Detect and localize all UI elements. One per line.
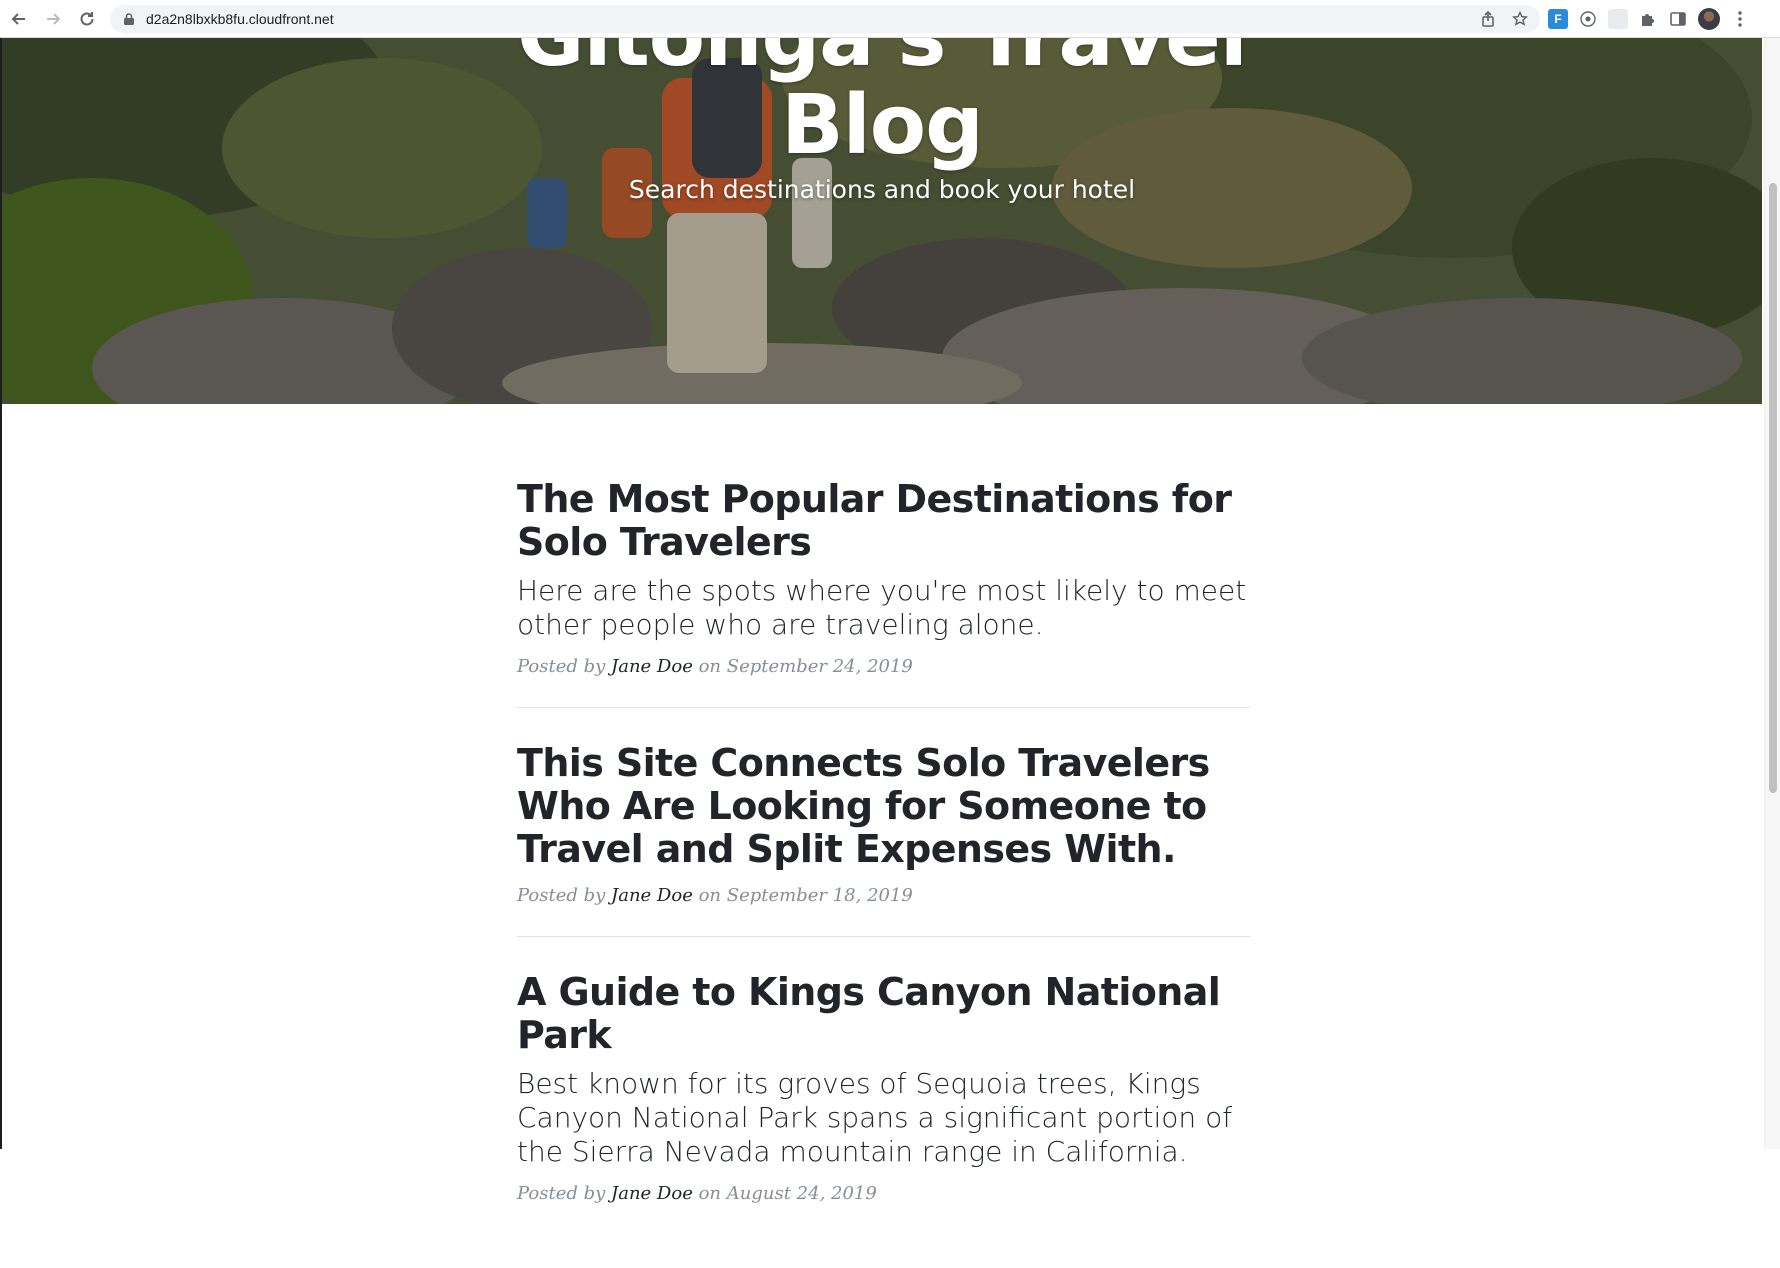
- post-subtitle[interactable]: Here are the spots where you're most lik…: [517, 574, 1250, 642]
- address-bar[interactable]: d2a2n8lbxkb8fu.cloudfront.net: [110, 5, 1540, 33]
- scrollbar-thumb[interactable]: [1769, 183, 1777, 793]
- share-icon[interactable]: [1478, 9, 1498, 29]
- post-preview: This Site Connects Solo Travelers Who Ar…: [517, 742, 1250, 937]
- url-text: d2a2n8lbxkb8fu.cloudfront.net: [146, 11, 334, 27]
- side-panel-icon[interactable]: [1668, 9, 1688, 29]
- post-author-link[interactable]: Jane Doe: [611, 885, 693, 906]
- post-list: The Most Popular Destinations for Solo T…: [517, 478, 1250, 1268]
- browser-toolbar: d2a2n8lbxkb8fu.cloudfront.net F: [0, 0, 1780, 38]
- extension-circle-icon[interactable]: [1578, 9, 1598, 29]
- post-subtitle[interactable]: Best known for its groves of Sequoia tre…: [517, 1067, 1250, 1169]
- post-title-link[interactable]: The Most Popular Destinations for Solo T…: [517, 478, 1250, 564]
- post-meta: Posted by Jane Doe on September 18, 2019: [517, 885, 1250, 906]
- back-arrow-icon[interactable]: [4, 4, 34, 34]
- posted-by-label: Posted by: [517, 885, 606, 906]
- posted-by-label: Posted by: [517, 656, 606, 677]
- forward-arrow-icon[interactable]: [38, 4, 68, 34]
- post-author-link[interactable]: Jane Doe: [611, 1183, 693, 1204]
- reload-icon[interactable]: [72, 4, 102, 34]
- profile-avatar[interactable]: [1698, 8, 1720, 30]
- site-title-line1: Gitonga's Travel: [2, 38, 1762, 82]
- post-title-link[interactable]: A Guide to Kings Canyon National Park: [517, 971, 1250, 1057]
- site-title-line2: Blog: [781, 78, 984, 173]
- star-icon[interactable]: [1510, 9, 1530, 29]
- post-date: August 24, 2019: [726, 1183, 877, 1204]
- lock-icon: [124, 13, 134, 25]
- extension-blank-icon[interactable]: [1608, 9, 1628, 29]
- extensions-area: F: [1548, 6, 1750, 32]
- post-date: September 18, 2019: [726, 885, 913, 906]
- post-preview: The Most Popular Destinations for Solo T…: [517, 478, 1250, 708]
- extension-f-icon[interactable]: F: [1548, 9, 1568, 29]
- on-label: on: [698, 1183, 722, 1204]
- post-author-link[interactable]: Jane Doe: [611, 656, 693, 677]
- post-meta: Posted by Jane Doe on September 24, 2019: [517, 656, 1250, 677]
- on-label: on: [698, 885, 722, 906]
- hero-banner: Gitonga's Travel Blog Search destination…: [2, 38, 1762, 404]
- posted-by-label: Posted by: [517, 1183, 606, 1204]
- on-label: on: [698, 656, 722, 677]
- post-date: September 24, 2019: [726, 656, 913, 677]
- page-scrollbar[interactable]: [1764, 38, 1780, 1149]
- kebab-menu-icon[interactable]: [1730, 9, 1750, 29]
- post-title-link[interactable]: This Site Connects Solo Travelers Who Ar…: [517, 742, 1250, 871]
- puzzle-icon[interactable]: [1638, 9, 1658, 29]
- post-meta: Posted by Jane Doe on August 24, 2019: [517, 1183, 1250, 1204]
- site-subtitle: Search destinations and book your hotel: [628, 175, 1136, 204]
- post-preview: A Guide to Kings Canyon National Park Be…: [517, 971, 1250, 1234]
